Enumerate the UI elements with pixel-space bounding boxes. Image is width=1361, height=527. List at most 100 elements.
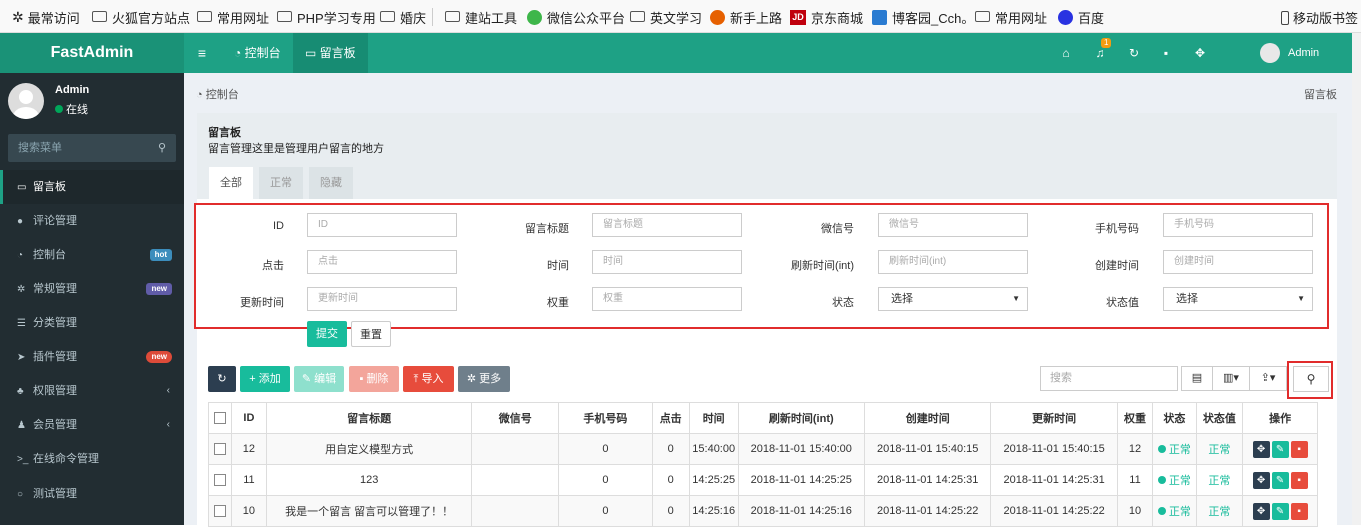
bookmark-jd[interactable]: JD 京东商城 [790, 8, 863, 27]
column-header[interactable]: 微信号 [471, 402, 560, 434]
home-icon[interactable]: ⌂ [1058, 46, 1074, 60]
filter-input-title[interactable]: 留言标题 [592, 213, 742, 237]
bookmark-site-tools[interactable]: 建站工具 [445, 8, 517, 27]
row-select-cell[interactable] [208, 495, 232, 527]
tab-normal[interactable]: 正常 [259, 167, 303, 199]
table-row[interactable]: 11 123 0 0 14:25:25 2018-11-01 14:25:25 2018-1… [208, 464, 1318, 496]
drag-sort-icon[interactable]: ✥ [1252, 502, 1270, 520]
bookmark-php[interactable]: PHP学习专用 [277, 8, 376, 27]
delete-row-icon[interactable]: ▪ [1290, 502, 1308, 520]
filter-input-weight[interactable]: 权重 [592, 287, 742, 311]
column-header[interactable]: 留言标题 [266, 402, 473, 434]
export-button[interactable]: ⇪▾ [1249, 366, 1287, 391]
row-select-cell[interactable] [208, 464, 232, 496]
bookmark-english[interactable]: 英文学习 [630, 8, 702, 27]
delete-button[interactable]: ▪ 删除 [349, 366, 399, 392]
select-all-checkbox[interactable] [213, 412, 226, 425]
bell-icon[interactable]: ♫ [1092, 46, 1108, 60]
filter-input-clicks[interactable]: 点击 [307, 250, 457, 274]
user-avatar[interactable] [1260, 43, 1280, 63]
more-button[interactable]: ✲ 更多 [458, 366, 510, 392]
column-header[interactable]: 状态 [1152, 402, 1197, 434]
bookmark-common-sites[interactable]: 常用网址 [197, 8, 269, 27]
tab-all[interactable]: 全部 [209, 167, 253, 199]
drag-sort-icon[interactable]: ✥ [1252, 471, 1270, 489]
row-checkbox[interactable] [213, 505, 226, 518]
filter-select-status[interactable]: 选择 ▼ [878, 287, 1028, 311]
reset-button[interactable]: 重置 [351, 321, 391, 347]
submit-button[interactable]: 提交 [307, 321, 347, 347]
edit-row-icon[interactable]: ✎ [1271, 440, 1289, 458]
sidebar-item-members[interactable]: ♟ 会员管理 ‹ [0, 408, 184, 442]
column-header[interactable]: 时间 [688, 402, 739, 434]
column-header[interactable]: ID [230, 402, 268, 434]
expand-icon[interactable]: ✥ [1192, 46, 1208, 60]
delete-row-icon[interactable]: ▪ [1290, 471, 1308, 489]
nav-tab-guestbook[interactable]: ▭ 留言板 [293, 33, 368, 73]
bookmark-baidu[interactable]: 百度 [1058, 8, 1104, 27]
import-button[interactable]: ⤒ 导入 [403, 366, 454, 392]
columns-button[interactable]: ▥▾ [1212, 366, 1250, 391]
table-cell: 2018-11-01 14:25:31 [990, 464, 1118, 496]
nav-tab-dashboard[interactable]: ◔ 控制台 [222, 33, 293, 73]
row-select-cell[interactable] [208, 433, 232, 465]
user-name[interactable]: Admin [1288, 33, 1319, 73]
tab-hidden[interactable]: 隐藏 [309, 167, 353, 199]
toggle-view-button[interactable]: ▤ [1181, 366, 1213, 391]
filter-input-wechat[interactable]: 微信号 [878, 213, 1028, 237]
app-logo[interactable]: FastAdmin [0, 33, 184, 73]
edit-row-icon[interactable]: ✎ [1271, 502, 1289, 520]
bookmark-mobile[interactable]: 移动版书签 [1281, 8, 1358, 27]
sidebar-item-guestbook[interactable]: ▭ 留言板 [0, 170, 184, 204]
filter-input-time[interactable]: 时间 [592, 250, 742, 274]
drag-sort-icon[interactable]: ✥ [1252, 440, 1270, 458]
column-header[interactable]: 手机号码 [558, 402, 653, 434]
bookmark-common-sites-2[interactable]: 常用网址 [975, 8, 1047, 27]
column-header[interactable]: 点击 [651, 402, 690, 434]
row-checkbox[interactable] [213, 443, 226, 456]
row-checkbox[interactable] [213, 474, 226, 487]
filter-select-status-value[interactable]: 选择 ▼ [1163, 287, 1313, 311]
edit-button[interactable]: ✎ 编辑 [294, 366, 344, 392]
sidebar-item-dashboard[interactable]: ◔ 控制台 hot [0, 238, 184, 272]
delete-row-icon[interactable]: ▪ [1290, 440, 1308, 458]
sidebar-item-general[interactable]: ✲ 常规管理 new [0, 272, 184, 306]
filter-input-refresh-time[interactable]: 刷新时间(int) [878, 250, 1028, 274]
edit-row-icon[interactable]: ✎ [1271, 471, 1289, 489]
breadcrumb[interactable]: ◔ 控制台 [196, 86, 239, 102]
common-search-button[interactable]: ⚲ [1293, 366, 1329, 392]
sidebar-toggle-icon[interactable]: ≡ [190, 33, 214, 73]
bookmark-wechat[interactable]: 微信公众平台 [527, 8, 625, 27]
sidebar-search-input[interactable]: 搜索菜单 ⚲ [8, 134, 176, 162]
select-all-header[interactable] [208, 402, 232, 434]
column-header[interactable]: 更新时间 [990, 402, 1118, 434]
add-button[interactable]: + 添加 [240, 366, 290, 392]
filter-input-id[interactable]: ID [307, 213, 457, 237]
bookmark-most-visited[interactable]: ✲ 最常访问 [12, 8, 80, 27]
bookmark-getting-started[interactable]: 新手上路 [710, 8, 782, 27]
column-header[interactable]: 创建时间 [863, 402, 992, 434]
refresh-button[interactable]: ↻ [208, 366, 236, 392]
table-row[interactable]: 12 用自定义模型方式 0 0 15:40:00 2018-11-01 15:40:00 2… [208, 433, 1318, 465]
table-search-input[interactable]: 搜索 [1040, 366, 1178, 391]
sidebar-item-comments[interactable]: ● 评论管理 [0, 204, 184, 238]
column-header[interactable]: 刷新时间(int) [737, 402, 865, 434]
bookmark-firefox-site[interactable]: 火狐官方站点 [92, 8, 190, 27]
column-header[interactable]: 状态值 [1195, 402, 1244, 434]
filter-input-phone[interactable]: 手机号码 [1163, 213, 1313, 237]
sidebar-item-test[interactable]: ○ 测试管理 [0, 477, 184, 511]
search-icon[interactable]: ⚲ [158, 134, 166, 162]
trash-icon[interactable]: ▪ [1158, 46, 1174, 60]
sidebar-item-plugins[interactable]: ➤ 插件管理 new [0, 340, 184, 374]
page-scrollbar[interactable] [1352, 33, 1361, 525]
sidebar-item-category[interactable]: ☰ 分类管理 [0, 306, 184, 340]
sidebar-item-permissions[interactable]: ♣ 权限管理 ‹ [0, 374, 184, 408]
filter-input-update-time[interactable]: 更新时间 [307, 287, 457, 311]
refresh-icon[interactable]: ↻ [1126, 46, 1142, 60]
filter-input-create-time[interactable]: 创建时间 [1163, 250, 1313, 274]
table-row[interactable]: 10 我是一个留言 留言可以管理了！！ 0 0 14:25:16 2018-11-01 1… [208, 495, 1318, 527]
column-header[interactable]: 权重 [1116, 402, 1154, 434]
bookmark-wedding[interactable]: 婚庆 [380, 8, 426, 27]
bookmark-cnblogs[interactable]: 博客园_Cch。 [872, 8, 974, 27]
sidebar-item-command[interactable]: >_ 在线命令管理 [0, 442, 184, 476]
